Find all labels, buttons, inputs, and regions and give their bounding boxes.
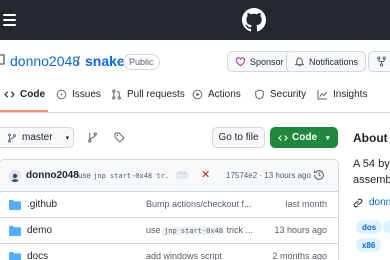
folder-icon	[9, 226, 21, 236]
sponsor-label: Sponsor	[250, 56, 284, 67]
file-commit-message[interactable]: add windows script	[146, 251, 254, 260]
code-icon	[278, 134, 288, 141]
code-icon	[4, 91, 15, 98]
issue-opened-icon	[56, 89, 67, 100]
repo-icon	[0, 54, 5, 65]
file-commit-message[interactable]: Bump actions/checkout f...	[146, 199, 254, 209]
topic-tag-overflow[interactable]	[383, 220, 390, 234]
file-commit-time: last month	[285, 199, 327, 209]
topic-tag[interactable]: dos	[356, 220, 383, 234]
tab-code[interactable]: Code	[4, 89, 45, 100]
file-browser: donno2048 use jnp start-0x48 tr... ··· ✕…	[0, 159, 339, 260]
tab-security-label: Security	[270, 89, 307, 100]
file-row[interactable]: .github Bump actions/checkout f... last …	[0, 192, 338, 218]
bell-icon	[294, 57, 305, 67]
visibility-badge: Public	[123, 54, 160, 70]
topic-tag[interactable]: x86	[356, 238, 382, 252]
avatar-image-icon	[10, 173, 20, 182]
file-commit-message-suffix: trick ...	[226, 225, 254, 235]
go-to-file-button[interactable]: Go to file	[212, 127, 265, 148]
tab-actions[interactable]: Actions	[192, 89, 241, 100]
repo-nav-tabs: Code Issues Pull requests Actions Securi…	[0, 83, 390, 113]
file-row[interactable]: docs add windows script 2 months ago	[0, 244, 338, 260]
tab-code-label: Code	[20, 89, 45, 100]
file-commit-message-code: jnp start-0x48	[163, 227, 225, 235]
code-button-label: Code	[292, 132, 317, 143]
commit-message[interactable]: use jnp start-0x48 tr...	[78, 171, 170, 180]
file-commit-time: 2 months ago	[272, 251, 327, 260]
tab-actions-label: Actions	[208, 89, 241, 100]
tab-pull-requests[interactable]: Pull requests	[111, 89, 185, 100]
tab-insights[interactable]: Insights	[317, 89, 367, 100]
notifications-label: Notifications	[309, 56, 359, 67]
folder-icon	[9, 200, 21, 210]
tab-pull-requests-label: Pull requests	[127, 89, 185, 100]
fork-icon	[377, 56, 386, 67]
about-description-line: assembl	[353, 174, 390, 186]
commit-sha-time[interactable]: 17574e2 · 13 hours ago	[226, 171, 311, 180]
tab-issues-label: Issues	[72, 89, 101, 100]
play-icon	[192, 89, 203, 100]
branches-icon[interactable]	[87, 132, 98, 143]
sponsor-button[interactable]: Sponsor	[227, 51, 292, 72]
expand-message-button[interactable]: ···	[176, 170, 188, 179]
about-description-line: A 54 byt	[353, 158, 390, 170]
repo-separator: /	[76, 53, 80, 69]
shield-icon	[255, 89, 264, 100]
github-logo-icon[interactable]	[242, 8, 266, 32]
git-branch-icon	[8, 132, 16, 143]
about-heading: About	[353, 131, 388, 145]
file-row[interactable]: demo use jnp start-0x48 trick ... 13 hou…	[0, 218, 338, 244]
homepage-link-label: donno	[369, 197, 390, 208]
file-name[interactable]: demo	[27, 225, 52, 236]
folder-icon	[9, 252, 21, 260]
repo-header: donno2048 / snake Public Sponsor Notific…	[0, 40, 390, 83]
branch-select-button[interactable]: master ▾	[0, 127, 74, 148]
menu-icon[interactable]	[3, 11, 16, 29]
code-dropdown-button[interactable]: Code ▾	[270, 127, 338, 148]
homepage-link[interactable]: donno	[353, 197, 390, 208]
commit-message-code: jnp start-0x48 tr...	[93, 172, 170, 180]
file-name[interactable]: .github	[27, 199, 57, 210]
git-pull-request-icon	[112, 89, 121, 100]
global-header	[0, 0, 390, 40]
repo-name-link[interactable]: snake	[85, 53, 125, 69]
caret-down-icon: ▾	[326, 134, 330, 142]
tab-active-underline	[0, 110, 48, 112]
tag-icon[interactable]	[114, 132, 125, 143]
link-icon	[353, 198, 363, 207]
about-description: A 54 byt assembl	[353, 156, 390, 188]
commit-author[interactable]: donno2048	[26, 170, 79, 181]
notifications-button[interactable]: Notifications	[286, 51, 367, 72]
file-name[interactable]: docs	[27, 251, 48, 260]
tab-issues[interactable]: Issues	[56, 89, 101, 100]
repo-owner-link[interactable]: donno2048	[10, 53, 80, 69]
avatar[interactable]	[9, 170, 21, 182]
heart-icon	[235, 57, 246, 67]
history-icon[interactable]	[313, 169, 325, 181]
latest-commit-bar: donno2048 use jnp start-0x48 tr... ··· ✕…	[0, 160, 338, 192]
check-failed-icon[interactable]: ✕	[201, 168, 210, 181]
graph-icon	[317, 90, 328, 100]
branch-name: master	[22, 132, 53, 143]
file-commit-time: 13 hours ago	[274, 225, 327, 235]
file-commit-message[interactable]: use jnp start-0x48 trick ...	[146, 225, 254, 235]
fork-button[interactable]	[368, 51, 390, 72]
tab-security[interactable]: Security	[254, 89, 306, 100]
caret-down-icon: ▾	[65, 134, 70, 142]
file-commit-message-prefix: use	[146, 225, 161, 235]
tab-insights-label: Insights	[333, 89, 368, 100]
commit-message-prefix: use	[78, 171, 91, 180]
